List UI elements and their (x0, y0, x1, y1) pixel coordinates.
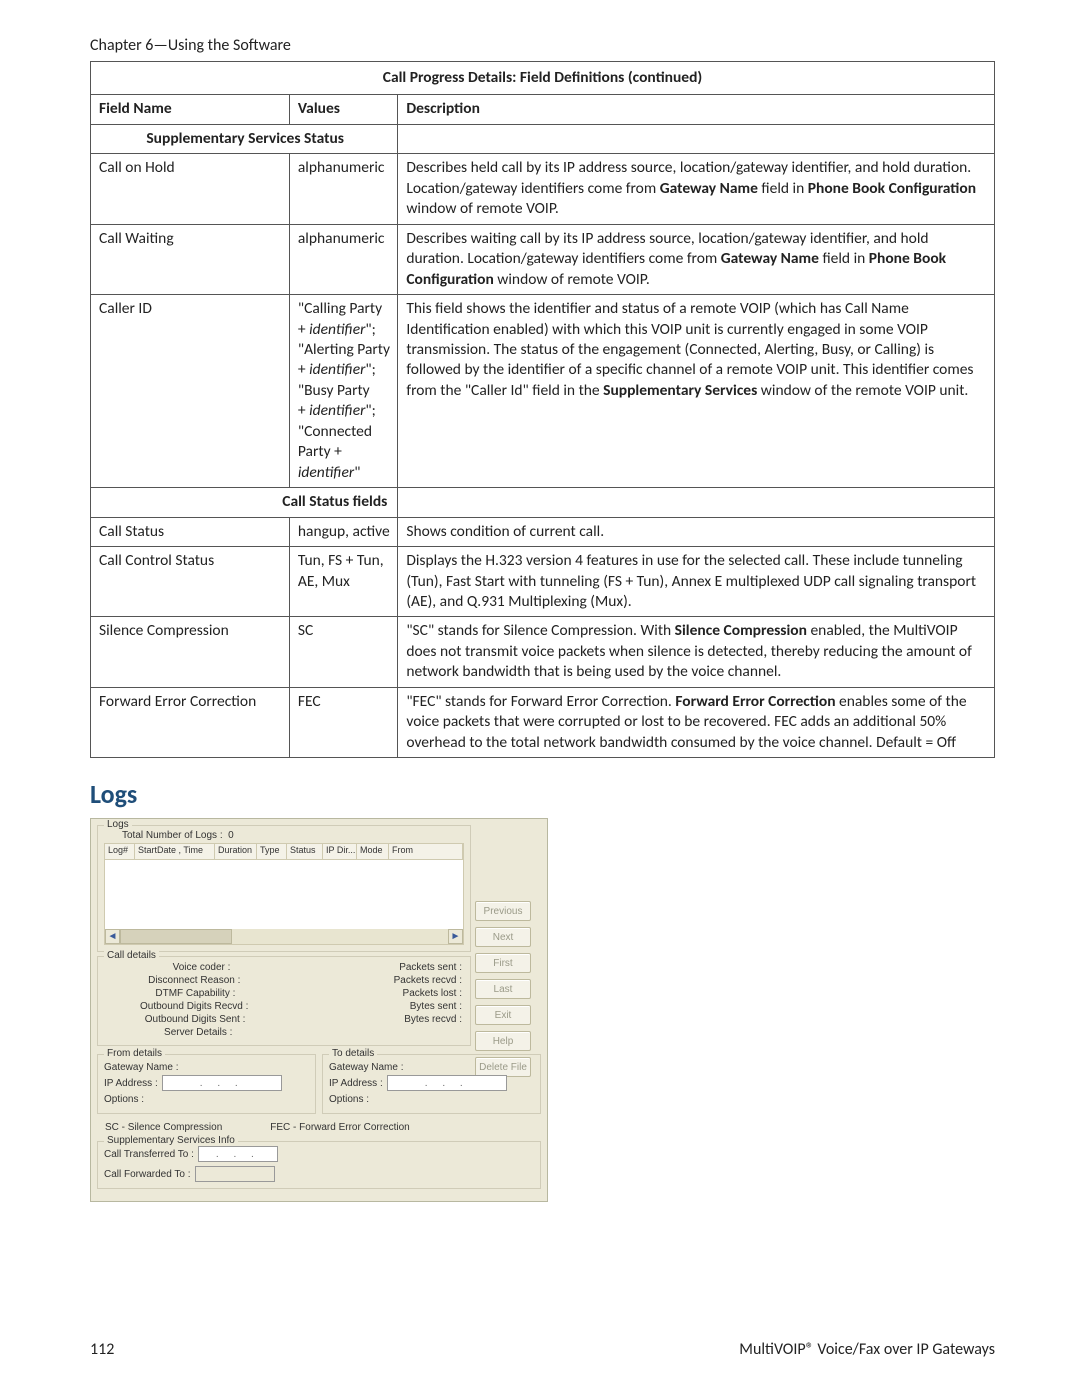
first-button[interactable]: First (475, 953, 531, 973)
table-row: Forward Error Correction FEC "FEC" stand… (91, 687, 995, 757)
scroll-thumb[interactable] (120, 929, 232, 944)
previous-button[interactable]: Previous (475, 901, 531, 921)
field-definitions-table: Call Progress Details: Field Definitions… (90, 61, 995, 758)
h-scrollbar[interactable]: ◄ ► (105, 929, 463, 944)
table-row: Silence Compression SC "SC" stands for S… (91, 617, 995, 687)
fec-abbrev: FEC - Forward Error Correction (270, 1122, 409, 1133)
chapter-label: Chapter 6—Using the Software (90, 36, 995, 55)
logs-fieldset: Logs Total Number of Logs : 0 Log# Start… (97, 825, 471, 952)
from-details-fieldset: From details Gateway Name : IP Address :… (97, 1054, 316, 1114)
table-row: Call Waiting alphanumeric Describes wait… (91, 224, 995, 294)
next-button[interactable]: Next (475, 927, 531, 947)
logs-grid-header: Log# StartDate , Time Duration Type Stat… (104, 843, 464, 860)
logs-heading: Logs (90, 778, 995, 810)
table-row: Caller ID "Calling Party + identifier"; … (91, 295, 995, 488)
section-supp: Supplementary Services Status (91, 124, 398, 153)
exit-button[interactable]: Exit (475, 1005, 531, 1025)
sc-abbrev: SC - Silence Compression (105, 1122, 222, 1133)
logs-grid[interactable]: ◄ ► (104, 860, 464, 945)
xfer-ip-input[interactable]: . . . (198, 1146, 278, 1162)
th-field: Field Name (91, 95, 290, 124)
section-call-status: Call Status fields (91, 488, 398, 517)
to-details-fieldset: To details Gateway Name : IP Address : .… (322, 1054, 541, 1114)
table-row: Call Status hangup, active Shows conditi… (91, 517, 995, 546)
help-button[interactable]: Help (475, 1031, 531, 1051)
to-ip-input[interactable]: . . . (387, 1075, 507, 1091)
last-button[interactable]: Last (475, 979, 531, 999)
th-desc: Description (398, 95, 995, 124)
th-values: Values (289, 95, 397, 124)
supp-services-fieldset: Supplementary Services Info Call Transfe… (97, 1141, 541, 1189)
from-ip-input[interactable]: . . . (162, 1075, 282, 1091)
scroll-left-icon[interactable]: ◄ (105, 929, 120, 944)
table-row: Call Control Status Tun, FS + Tun, AE, M… (91, 547, 995, 617)
fwd-ip-box (195, 1166, 275, 1182)
book-title: MultiVOIP® Voice/Fax over IP Gateways (739, 1340, 995, 1359)
logs-dialog: Logs Total Number of Logs : 0 Log# Start… (90, 818, 548, 1202)
table-row: Call on Hold alphanumeric Describes held… (91, 154, 995, 224)
table-title: Call Progress Details: Field Definitions… (91, 62, 995, 95)
page-number: 112 (90, 1340, 114, 1359)
call-details-fieldset: Call details Voice coder : Disconnect Re… (97, 956, 471, 1046)
scroll-right-icon[interactable]: ► (448, 929, 463, 944)
